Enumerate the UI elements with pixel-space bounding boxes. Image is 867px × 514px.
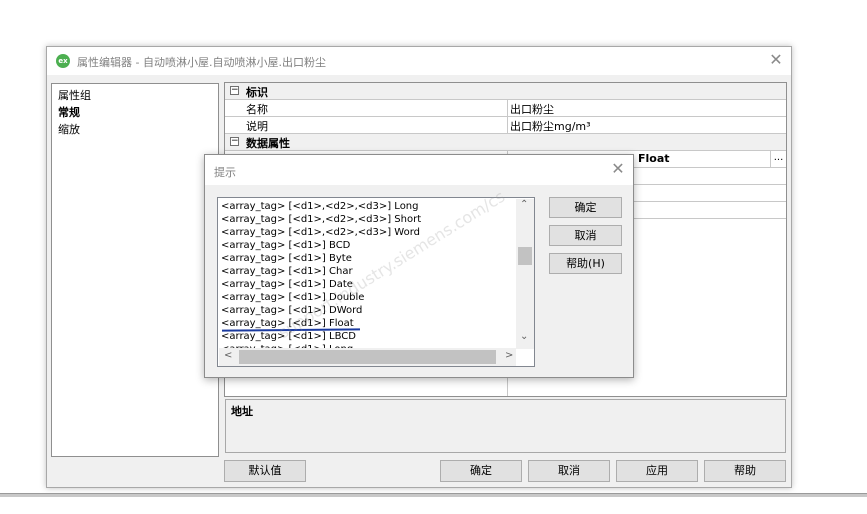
property-row-description[interactable]: 说明 出口粉尘mg/m³ bbox=[225, 117, 786, 134]
prompt-title: 提示 bbox=[214, 166, 236, 179]
horizontal-scrollbar[interactable]: < > bbox=[219, 348, 516, 366]
window-title: 属性编辑器 - 自动喷淋小屋.自动喷淋小屋.出口粉尘 bbox=[77, 56, 326, 69]
prompt-dialog: 提示 ✕ <array_tag> [<d1>,<d2>,<d3>] Long <… bbox=[204, 154, 634, 378]
property-group-list: 属性组 常规 缩放 bbox=[51, 83, 219, 457]
list-item[interactable]: <array_tag> [<d1>,<d2>,<d3>] Word bbox=[221, 226, 420, 239]
title-bar: ex 属性编辑器 - 自动喷淋小屋.自动喷淋小屋.出口粉尘 ✕ bbox=[47, 47, 791, 75]
prompt-title-bar: 提示 ✕ bbox=[205, 155, 633, 185]
list-item[interactable]: <array_tag> [<d1>] Double bbox=[221, 291, 364, 304]
list-item[interactable]: <array_tag> [<d1>] LBCD bbox=[221, 330, 356, 343]
category-data-properties[interactable]: − 数据属性 bbox=[225, 134, 786, 151]
list-item[interactable]: <array_tag> [<d1>,<d2>,<d3>] Short bbox=[221, 213, 421, 226]
property-row-name[interactable]: 名称 出口粉尘 bbox=[225, 100, 786, 117]
list-item[interactable]: <array_tag> [<d1>] DWord bbox=[221, 304, 362, 317]
property-value[interactable]: 出口粉尘 bbox=[510, 101, 554, 117]
list-item[interactable]: <array_tag> [<d1>] Char bbox=[221, 265, 353, 278]
group-item-general[interactable]: 常规 bbox=[58, 104, 80, 120]
category-identity[interactable]: − 标识 bbox=[225, 83, 786, 100]
apply-button[interactable]: 应用 bbox=[616, 460, 698, 482]
vertical-scroll-thumb[interactable] bbox=[518, 247, 532, 265]
scroll-left-icon[interactable]: < bbox=[224, 350, 232, 361]
ellipsis-button[interactable]: ... bbox=[770, 151, 786, 167]
close-button[interactable]: ✕ bbox=[767, 51, 785, 69]
cancel-button[interactable]: 取消 bbox=[528, 460, 610, 482]
category-label: 数据属性 bbox=[246, 137, 290, 150]
default-button[interactable]: 默认值 bbox=[224, 460, 306, 482]
vertical-scrollbar[interactable]: ⌃ ⌄ bbox=[516, 199, 534, 349]
property-value[interactable]: 出口粉尘mg/m³ bbox=[510, 118, 591, 134]
scroll-right-icon[interactable]: > bbox=[505, 350, 513, 361]
description-title: 地址 bbox=[231, 405, 253, 418]
group-item-scaling[interactable]: 缩放 bbox=[58, 121, 80, 137]
category-label: 标识 bbox=[246, 86, 268, 99]
scroll-up-icon[interactable]: ⌃ bbox=[520, 199, 528, 210]
address-format-list[interactable]: <array_tag> [<d1>,<d2>,<d3>] Long <array… bbox=[217, 197, 535, 367]
address-value[interactable]: Float bbox=[638, 152, 670, 165]
collapse-icon[interactable]: − bbox=[230, 86, 239, 95]
property-name: 名称 bbox=[246, 103, 268, 116]
app-icon: ex bbox=[56, 54, 70, 68]
horizontal-scroll-thumb[interactable] bbox=[239, 350, 496, 364]
property-name: 说明 bbox=[246, 120, 268, 133]
property-group-header: 属性组 bbox=[58, 89, 91, 102]
list-item[interactable]: <array_tag> [<d1>,<d2>,<d3>] Long bbox=[221, 200, 419, 213]
help-button[interactable]: 帮助 bbox=[704, 460, 786, 482]
ok-button[interactable]: 确定 bbox=[440, 460, 522, 482]
list-item[interactable]: <array_tag> [<d1>] Byte bbox=[221, 252, 352, 265]
list-item[interactable]: <array_tag> [<d1>] BCD bbox=[221, 239, 350, 252]
prompt-close-button[interactable]: ✕ bbox=[609, 160, 627, 178]
prompt-ok-button[interactable]: 确定 bbox=[549, 197, 622, 218]
taskbar-edge bbox=[0, 493, 867, 497]
description-panel: 地址 bbox=[225, 399, 786, 453]
prompt-help-button[interactable]: 帮助(H) bbox=[549, 253, 622, 274]
list-item[interactable]: <array_tag> [<d1>] Date bbox=[221, 278, 353, 291]
prompt-cancel-button[interactable]: 取消 bbox=[549, 225, 622, 246]
scroll-down-icon[interactable]: ⌄ bbox=[520, 331, 528, 342]
collapse-icon[interactable]: − bbox=[230, 137, 239, 146]
